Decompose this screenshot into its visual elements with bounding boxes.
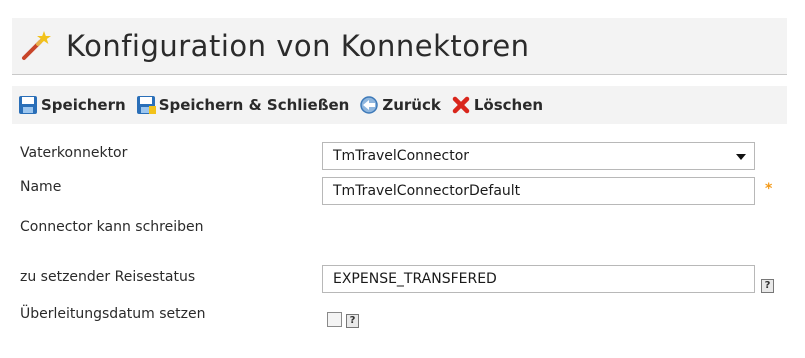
connector-form: Vaterkonnektor TmTravelConnector Name Tm…: [0, 0, 805, 358]
name-label: Name: [20, 179, 62, 195]
travel-status-label: zu setzender Reisestatus: [20, 269, 196, 285]
name-value: TmTravelConnectorDefault: [333, 183, 521, 199]
parent-connector-label: Vaterkonnektor: [20, 145, 128, 161]
parent-connector-select[interactable]: TmTravelConnector: [322, 142, 755, 170]
travel-status-input[interactable]: EXPENSE_TRANSFERED: [322, 265, 755, 293]
can-write-label: Connector kann schreiben: [20, 219, 204, 235]
parent-connector-value: TmTravelConnector: [333, 148, 470, 164]
help-icon[interactable]: ?: [346, 314, 359, 328]
help-icon[interactable]: ?: [761, 279, 774, 293]
required-marker: *: [765, 181, 773, 197]
transfer-date-checkbox[interactable]: [327, 312, 342, 327]
name-input[interactable]: TmTravelConnectorDefault: [322, 177, 755, 205]
chevron-down-icon: [736, 154, 746, 160]
transfer-date-label: Überleitungsdatum setzen: [20, 306, 206, 322]
travel-status-value: EXPENSE_TRANSFERED: [333, 271, 497, 287]
